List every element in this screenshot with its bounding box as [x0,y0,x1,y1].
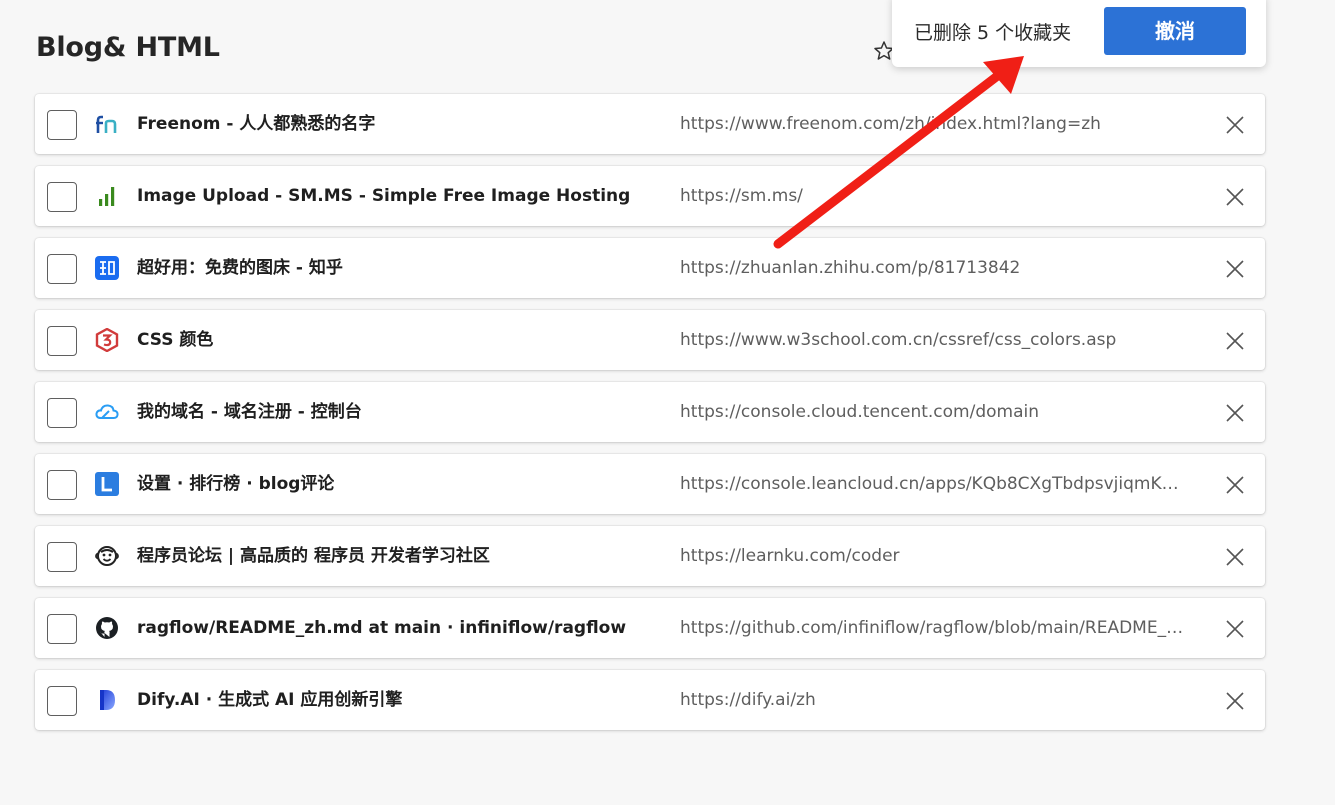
favorite-url: https://dify.ai/zh [680,690,816,710]
favorite-url: https://github.com/infiniflow/ragflow/bl… [680,618,1190,638]
favorite-title[interactable]: Freenom - 人人都熟悉的名字 [137,94,375,154]
favorite-url: https://sm.ms/ [680,186,803,206]
close-icon[interactable] [1220,542,1250,572]
favorite-title[interactable]: 程序员论坛 | 高品质的 程序员 开发者学习社区 [137,526,490,586]
favorite-url: https://console.cloud.tencent.com/domain [680,402,1039,422]
row-checkbox[interactable] [47,470,77,500]
favorite-row[interactable]: Freenom - 人人都熟悉的名字 https://www.freenom.c… [35,94,1265,154]
row-checkbox[interactable] [47,326,77,356]
favorite-row[interactable]: Dify.AI · 生成式 AI 应用创新引擎 https://dify.ai/… [35,670,1265,730]
favorite-url: https://www.freenom.com/zh/index.html?la… [680,114,1101,134]
favorite-row[interactable]: 设置 · 排行榜 · blog评论 https://console.leancl… [35,454,1265,514]
github-icon [95,616,119,640]
folder-title: Blog& HTML [36,32,220,63]
favorite-row[interactable]: ragflow/README_zh.md at main · infiniflo… [35,598,1265,658]
row-checkbox[interactable] [47,686,77,716]
toast-message: 已删除 5 个收藏夹 [914,22,1072,44]
row-checkbox[interactable] [47,182,77,212]
favorite-row[interactable]: 超好用：免费的图床 - 知乎 https://zhuanlan.zhihu.co… [35,238,1265,298]
favorite-title[interactable]: 超好用：免费的图床 - 知乎 [137,238,343,298]
zhihu-icon [95,256,119,280]
favorite-row[interactable]: Image Upload - SM.MS - Simple Free Image… [35,166,1265,226]
row-checkbox[interactable] [47,614,77,644]
w3school-icon [95,327,119,353]
close-icon[interactable] [1220,614,1250,644]
row-checkbox[interactable] [47,542,77,572]
row-checkbox[interactable] [47,254,77,284]
favorite-url: https://console.leancloud.cn/apps/KQb8CX… [680,474,1190,494]
favorite-title[interactable]: 我的域名 - 域名注册 - 控制台 [137,382,362,442]
favorite-row[interactable]: 程序员论坛 | 高品质的 程序员 开发者学习社区 https://learnku… [35,526,1265,586]
learnku-icon [95,544,119,568]
freenom-icon [95,112,119,136]
leancloud-icon [95,472,119,496]
close-icon[interactable] [1220,254,1250,284]
favorite-title[interactable]: Image Upload - SM.MS - Simple Free Image… [137,166,630,226]
close-icon[interactable] [1220,398,1250,428]
undo-button[interactable]: 撤消 [1104,7,1246,55]
row-checkbox[interactable] [47,398,77,428]
close-icon[interactable] [1220,470,1250,500]
favorite-row[interactable]: 我的域名 - 域名注册 - 控制台 https://console.cloud.… [35,382,1265,442]
close-icon[interactable] [1220,686,1250,716]
close-icon[interactable] [1220,110,1250,140]
row-checkbox[interactable] [47,110,77,140]
smms-icon [95,184,119,208]
tencent-cloud-icon [95,400,119,424]
favorite-title[interactable]: CSS 颜色 [137,310,213,370]
deleted-toast: 已删除 5 个收藏夹 撤消 [892,0,1266,67]
favorite-row[interactable]: CSS 颜色 https://www.w3school.com.cn/cssre… [35,310,1265,370]
dify-icon [95,688,119,712]
favorite-title[interactable]: Dify.AI · 生成式 AI 应用创新引擎 [137,670,402,730]
favorite-title[interactable]: ragflow/README_zh.md at main · infiniflo… [137,598,626,658]
favorite-url: https://zhuanlan.zhihu.com/p/81713842 [680,258,1021,278]
close-icon[interactable] [1220,326,1250,356]
favorite-url: https://learnku.com/coder [680,546,900,566]
favorite-url: https://www.w3school.com.cn/cssref/css_c… [680,330,1117,350]
favorite-title[interactable]: 设置 · 排行榜 · blog评论 [137,454,334,514]
close-icon[interactable] [1220,182,1250,212]
